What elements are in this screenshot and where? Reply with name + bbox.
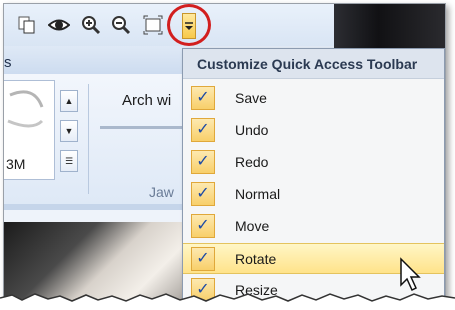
check-icon: ✓ (191, 118, 215, 142)
app-window: s 3M ▲ ▼ ☰ Arch wi Jaw Customize Quick A… (3, 3, 446, 304)
check-icon: ✓ (191, 182, 215, 206)
menu-item-label: Move (235, 218, 270, 234)
ribbon-tab-partial[interactable]: s (4, 54, 12, 71)
group-label-jaw: Jaw (149, 184, 174, 200)
highlight-circle (167, 4, 211, 46)
copy-icon[interactable] (16, 14, 38, 36)
torn-edge (0, 292, 455, 310)
gallery-scroll-down-button[interactable]: ▼ (60, 120, 78, 142)
menu-title: Customize Quick Access Toolbar (183, 49, 444, 79)
arch-width-slider[interactable] (100, 126, 184, 129)
check-icon: ✓ (191, 86, 215, 110)
gallery-label: 3M (6, 156, 26, 172)
arch-width-label: Arch wi (122, 92, 172, 109)
menu-item-label: Normal (235, 186, 281, 202)
menu-item-save[interactable]: ✓ Save (183, 83, 444, 114)
mouse-pointer-icon (399, 257, 423, 293)
check-icon: ✓ (191, 247, 215, 271)
more-icon: ☰ (64, 155, 74, 166)
menu-item-undo[interactable]: ✓ Undo (183, 115, 444, 146)
gallery-more-button[interactable]: ☰ (60, 150, 78, 172)
check-icon: ✓ (191, 214, 215, 238)
menu-item-move[interactable]: ✓ Move (183, 211, 444, 242)
menu-item-label: Redo (235, 154, 269, 170)
ribbon-tabs (4, 46, 184, 75)
menu-item-redo[interactable]: ✓ Redo (183, 147, 444, 178)
fit-to-window-icon[interactable] (142, 14, 164, 36)
eye-icon[interactable] (48, 14, 70, 36)
menu-item-normal[interactable]: ✓ Normal (183, 179, 444, 210)
dark-background-area (334, 4, 445, 48)
menu-item-label: Undo (235, 122, 269, 138)
gallery-scroll-up-button[interactable]: ▲ (60, 90, 78, 112)
menu-item-label: Rotate (235, 251, 277, 267)
arch-shape-icon (7, 90, 44, 128)
group-separator (88, 84, 89, 194)
menu-item-label: Save (235, 90, 267, 106)
zoom-out-icon[interactable] (110, 14, 132, 36)
scroll-down-icon: ▼ (64, 126, 74, 136)
scroll-up-icon: ▲ (64, 96, 74, 106)
check-icon: ✓ (191, 150, 215, 174)
zoom-in-icon[interactable] (80, 14, 102, 36)
